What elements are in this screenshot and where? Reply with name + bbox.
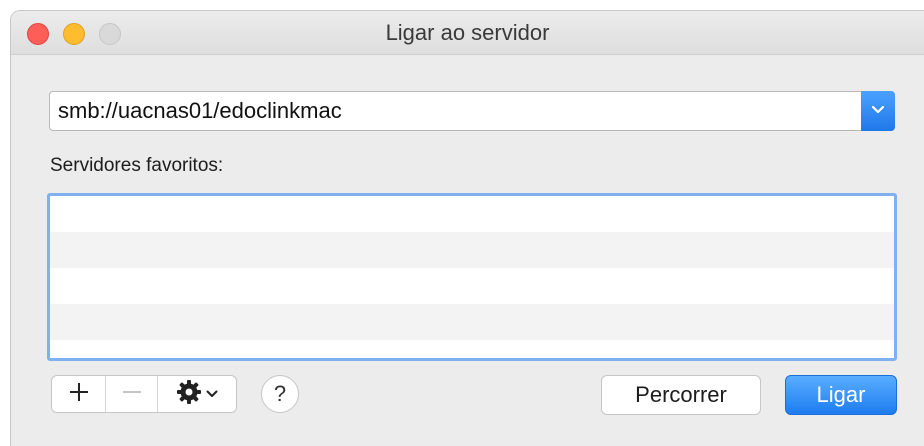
list-row[interactable] <box>50 268 894 304</box>
list-row[interactable] <box>50 304 894 340</box>
help-button[interactable]: ? <box>261 375 299 413</box>
plus-icon <box>68 381 90 408</box>
chevron-down-icon <box>206 385 218 403</box>
favorite-servers-label: Servidores favoritos: <box>50 155 224 176</box>
favorite-servers-list[interactable] <box>47 193 897 361</box>
title-bar[interactable]: Ligar ao servidor <box>11 11 924 55</box>
list-row[interactable] <box>50 196 894 232</box>
recent-servers-dropdown-button[interactable] <box>861 91 895 131</box>
gear-icon <box>176 379 202 410</box>
browse-button[interactable]: Percorrer <box>601 375 761 415</box>
list-row[interactable] <box>50 340 894 358</box>
chevron-down-icon <box>871 102 885 120</box>
favorites-edit-controls <box>51 375 237 413</box>
list-row[interactable] <box>50 232 894 268</box>
add-favorite-button[interactable] <box>52 376 106 412</box>
remove-favorite-button[interactable] <box>106 376 158 412</box>
connect-to-server-window: Ligar ao servidor Servidores favoritos: <box>10 10 924 446</box>
server-address-input[interactable] <box>50 92 860 130</box>
minus-icon <box>121 381 143 408</box>
server-address-combobox[interactable] <box>49 91 895 131</box>
connect-button[interactable]: Ligar <box>785 375 897 415</box>
action-menu-button[interactable] <box>158 376 236 412</box>
window-title: Ligar ao servidor <box>385 20 550 45</box>
